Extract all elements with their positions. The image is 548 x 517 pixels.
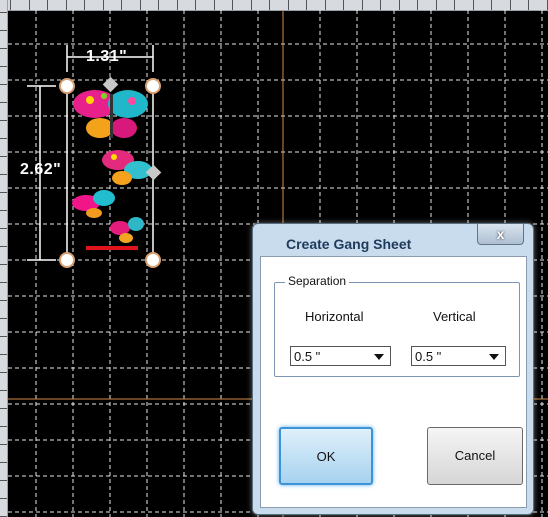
handle-top-diamond <box>102 76 119 93</box>
separation-group-label: Separation <box>285 274 350 288</box>
dialog-title: Create Gang Sheet <box>286 236 412 252</box>
separation-group: Separation Horizontal Vertical 0.5 " 0.5… <box>274 274 520 377</box>
butterfly-artwork[interactable] <box>72 90 152 250</box>
chevron-down-icon <box>374 354 384 360</box>
cancel-button[interactable]: Cancel <box>427 427 523 485</box>
horizontal-separation-value: 0.5 " <box>294 349 321 364</box>
create-gang-sheet-dialog: Create Gang Sheet x Separation Horizonta… <box>252 223 534 515</box>
height-dimension-label: 2.62" <box>20 161 62 178</box>
vertical-separation-select[interactable]: 0.5 " <box>411 346 506 366</box>
close-button[interactable]: x <box>477 224 524 245</box>
handle-bottom-left <box>59 252 75 268</box>
ok-button[interactable]: OK <box>279 427 373 485</box>
width-dimension-label: 1.31" <box>86 48 128 65</box>
dialog-body: Separation Horizontal Vertical 0.5 " 0.5… <box>260 256 527 508</box>
chevron-down-icon <box>489 354 499 360</box>
handle-top-right <box>145 78 161 94</box>
vertical-label: Vertical <box>433 309 476 324</box>
horizontal-separation-select[interactable]: 0.5 " <box>290 346 391 366</box>
vertical-separation-value: 0.5 " <box>415 349 442 364</box>
close-icon: x <box>496 226 505 242</box>
horizontal-label: Horizontal <box>305 309 364 324</box>
handle-bottom-right <box>145 252 161 268</box>
handle-top-left <box>59 78 75 94</box>
